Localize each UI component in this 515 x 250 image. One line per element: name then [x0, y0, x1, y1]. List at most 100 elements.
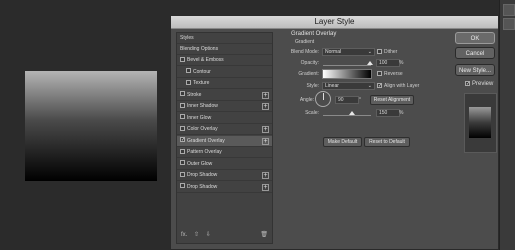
- reset-alignment-button[interactable]: Reset Alignment: [370, 95, 414, 105]
- make-default-button[interactable]: Make Default: [323, 137, 362, 147]
- styles-header[interactable]: Styles: [177, 33, 272, 44]
- style-item-checkbox[interactable]: [180, 148, 185, 154]
- style-item-label: Stroke: [187, 91, 202, 98]
- style-item-checkbox[interactable]: [180, 102, 185, 108]
- angle-label: Angle:: [299, 97, 314, 103]
- right-toolbar-strip: [499, 0, 515, 250]
- ok-button[interactable]: OK: [455, 32, 495, 44]
- style-item-label: Pattern Overlay: [187, 149, 222, 155]
- style-item-drop-shadow[interactable]: Drop Shadow +: [177, 182, 272, 193]
- layer-style-dialog: Layer Style Styles Blending Options Beve…: [170, 15, 499, 250]
- style-item-checkbox[interactable]: [180, 125, 185, 131]
- dither-checkbox[interactable]: [377, 49, 382, 54]
- opacity-input[interactable]: 100: [376, 59, 400, 67]
- style-item-label: Inner Glow: [187, 114, 212, 121]
- reverse-checkbox[interactable]: [377, 71, 382, 76]
- style-item-label: Drop Shadow: [187, 172, 218, 178]
- angle-unit: °: [359, 97, 361, 103]
- style-item-checkbox[interactable]: [180, 114, 185, 120]
- new-style-button[interactable]: New Style...: [455, 64, 495, 76]
- add-style-icon[interactable]: +: [262, 137, 269, 145]
- scale-input[interactable]: 150: [376, 109, 400, 117]
- style-item-outer-glow[interactable]: Outer Glow: [177, 159, 272, 170]
- opacity-label: Opacity:: [300, 60, 319, 66]
- preview-label: Preview: [472, 81, 494, 88]
- angle-input[interactable]: 90: [335, 96, 359, 104]
- preview-toggle[interactable]: Preview: [465, 81, 493, 87]
- panel-icon[interactable]: [503, 18, 515, 30]
- style-item-checkbox[interactable]: [180, 91, 185, 97]
- style-item-label: Contour: [193, 68, 211, 75]
- scale-label: Scale:: [305, 110, 319, 116]
- gradient-picker[interactable]: [322, 69, 372, 79]
- style-item-contour[interactable]: Contour: [177, 67, 272, 78]
- style-item-label: Inner Shadow: [187, 103, 218, 109]
- opacity-slider-knob[interactable]: [367, 61, 373, 65]
- style-item-label: Drop Shadow: [187, 183, 218, 190]
- scale-slider[interactable]: [323, 115, 371, 116]
- opacity-slider[interactable]: [323, 65, 371, 66]
- dialog-title: Layer Style: [171, 16, 498, 29]
- style-item-checkbox[interactable]: [186, 68, 191, 74]
- style-item-bevel-emboss[interactable]: Bevel & Emboss: [177, 55, 272, 66]
- section-title: Gradient Overlay: [291, 31, 337, 37]
- styles-list: Styles Blending Options Bevel & Emboss Co…: [176, 32, 273, 244]
- blend-mode-select[interactable]: Normal ⌄: [322, 48, 375, 56]
- style-item-label: Color Overlay: [187, 126, 218, 132]
- preview-thumbnail: [464, 93, 497, 153]
- dither-label: Dither: [384, 49, 398, 55]
- style-item-drop-shadow[interactable]: Drop Shadow +: [177, 170, 272, 181]
- preview-swatch: [469, 107, 491, 138]
- gradient-overlay-panel: Gradient Overlay Gradient Blend Mode: No…: [279, 31, 449, 241]
- style-item-color-overlay[interactable]: Color Overlay +: [177, 124, 272, 135]
- section-subtitle: Gradient: [295, 39, 315, 45]
- add-style-icon[interactable]: +: [262, 126, 269, 133]
- move-up-icon[interactable]: ⇧: [194, 232, 199, 238]
- align-with-layer-checkbox[interactable]: [377, 83, 382, 88]
- style-item-checkbox[interactable]: [180, 56, 185, 62]
- cancel-button[interactable]: Cancel: [455, 47, 495, 59]
- style-item-checkbox[interactable]: [180, 171, 185, 177]
- panel-icon[interactable]: [503, 4, 515, 16]
- style-item-checkbox[interactable]: [180, 137, 185, 143]
- fx-icon[interactable]: fx.: [181, 232, 187, 238]
- style-item-inner-glow[interactable]: Inner Glow: [177, 113, 272, 124]
- style-select[interactable]: Linear ⌄: [322, 82, 375, 90]
- style-item-checkbox[interactable]: [180, 183, 185, 189]
- reset-to-default-button[interactable]: Reset to Default: [364, 137, 410, 147]
- chevron-down-icon: ⌄: [367, 83, 372, 89]
- style-item-checkbox[interactable]: [186, 79, 191, 85]
- styles-footer: fx. ⇧ ⇩: [181, 231, 216, 238]
- blend-mode-label: Blend Mode:: [290, 49, 319, 55]
- blend-mode-value: Normal: [325, 49, 342, 55]
- style-item-gradient-overlay[interactable]: Gradient Overlay +: [177, 135, 272, 147]
- trash-icon[interactable]: 🗑: [260, 231, 268, 238]
- add-style-icon[interactable]: +: [262, 183, 269, 191]
- style-item-stroke[interactable]: Stroke +: [177, 90, 272, 101]
- reverse-label: Reverse: [384, 71, 403, 77]
- style-label: Style:: [306, 83, 319, 89]
- style-item-label: Bevel & Emboss: [187, 57, 224, 63]
- scale-slider-knob[interactable]: [349, 111, 355, 115]
- add-style-icon[interactable]: +: [262, 172, 269, 179]
- opacity-unit: %: [399, 60, 404, 66]
- style-value: Linear: [325, 83, 339, 89]
- style-item-label: Gradient Overlay: [187, 137, 225, 144]
- style-item-inner-shadow[interactable]: Inner Shadow +: [177, 101, 272, 112]
- document-canvas[interactable]: [25, 71, 157, 181]
- angle-dial[interactable]: [315, 91, 331, 107]
- move-down-icon[interactable]: ⇩: [206, 232, 211, 238]
- style-item-checkbox[interactable]: [180, 160, 185, 166]
- add-style-icon[interactable]: +: [262, 91, 269, 99]
- scale-unit: %: [399, 110, 404, 116]
- style-item-label: Texture: [193, 80, 210, 86]
- align-with-layer-label: Align with Layer: [384, 83, 420, 89]
- blending-options-item[interactable]: Blending Options: [177, 44, 272, 55]
- style-item-pattern-overlay[interactable]: Pattern Overlay: [177, 147, 272, 158]
- style-item-label: Outer Glow: [187, 160, 213, 167]
- add-style-icon[interactable]: +: [262, 103, 269, 110]
- gradient-label: Gradient:: [298, 71, 319, 77]
- preview-checkbox[interactable]: [465, 81, 470, 86]
- chevron-down-icon: ⌄: [367, 49, 372, 55]
- style-item-texture[interactable]: Texture: [177, 78, 272, 89]
